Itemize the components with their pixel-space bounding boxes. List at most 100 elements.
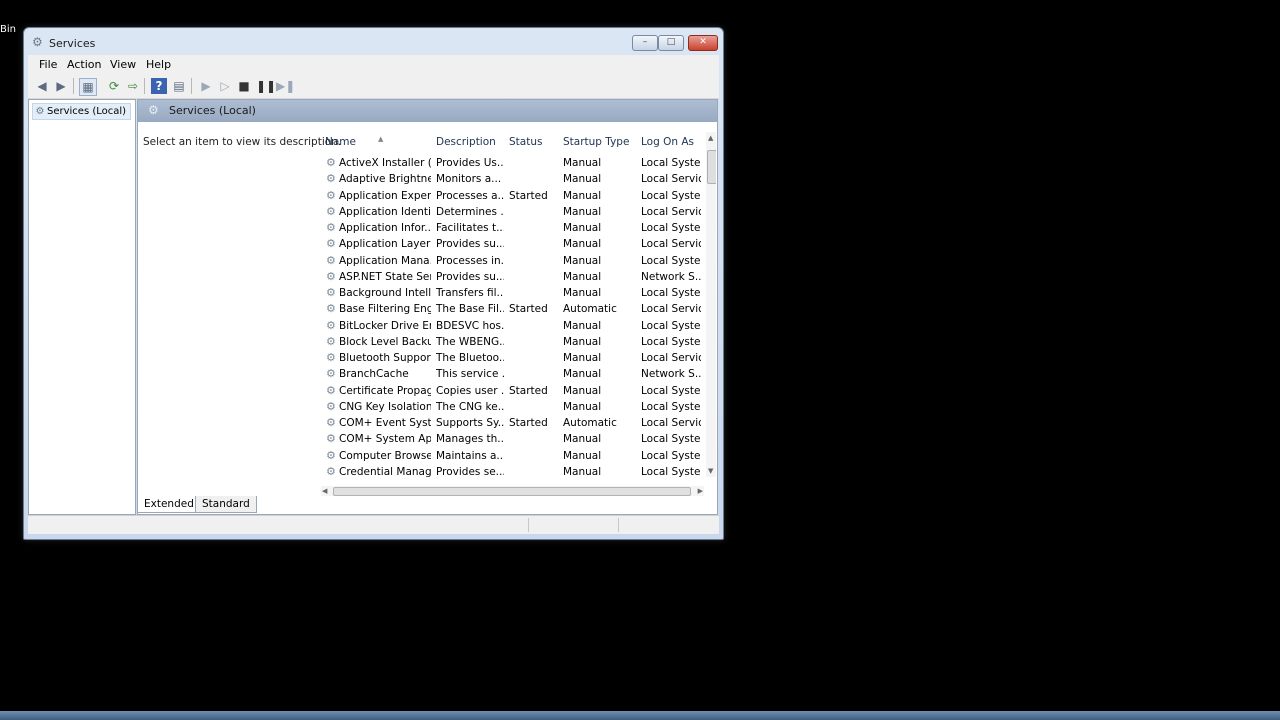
help-icon[interactable]: ? [151, 78, 167, 94]
table-row[interactable]: ⚙ Computer Browser Maintains a... Manual Loc… [321, 448, 706, 464]
table-row[interactable]: ⚙ASP.NET State Ser... Provides su... Manua… [321, 269, 706, 285]
table-cell: Local Service [641, 352, 701, 364]
table-cell: Bluetooth Support... [339, 352, 431, 364]
restart-service-icon[interactable]: ▶❚ [276, 78, 295, 94]
table-row[interactable]: ⚙Block Level Backu... The WBENG... Manual L… [321, 334, 706, 350]
tree-item-services-local[interactable]: ⚙ Services (Local) [32, 103, 131, 120]
table-row[interactable]: ⚙BitLocker Drive En... BDESVC hos... Manua… [321, 318, 706, 334]
table-row[interactable]: ⚙Adaptive Brightness Monitors a... Manual L… [321, 171, 706, 187]
table-cell: Manual [563, 254, 602, 267]
table-row[interactable]: ⚙Application Layer ... Provides su... Manu… [321, 236, 706, 252]
table-row[interactable]: ⚙COM+ Event Syst... Supports Sy... Started… [321, 415, 706, 431]
scroll-left-icon[interactable]: ◀ [322, 487, 327, 495]
column-header-log-on-as[interactable]: Log On As [641, 136, 694, 148]
scroll-right-icon[interactable]: ▶ [698, 487, 703, 495]
table-cell: Manual [563, 449, 602, 462]
table-cell: Local Syste... [641, 287, 701, 299]
desktop-corner-label: Bin [0, 24, 16, 35]
table-cell: Manual [563, 368, 602, 381]
table-cell: The WBENG... [436, 335, 504, 348]
table-row[interactable]: ⚙Background Intelli... Transfers fil... Ma… [321, 285, 706, 301]
refresh-icon[interactable]: ⟳ [106, 78, 122, 94]
table-row[interactable]: ⚙COM+ System Ap... Manages th... Manual Loc… [321, 431, 706, 447]
pane-header: ⚙ Services (Local) [138, 100, 717, 122]
table-row[interactable]: ⚙BranchCache This service ... Manual Networ… [321, 366, 706, 382]
back-icon[interactable]: ◀ [34, 78, 50, 94]
table-cell: Automatic [563, 417, 617, 429]
export-list-icon[interactable]: ⇨ [125, 78, 141, 94]
table-row[interactable]: ⚙ CNG Key Isolation The CNG ke... Manual Loc… [321, 399, 706, 415]
taskbar[interactable] [0, 711, 1280, 720]
pause-service-icon[interactable]: ❚❚ [256, 78, 276, 94]
show-hide-console-tree-icon[interactable]: ▦ [79, 78, 97, 96]
horizontal-scroll-thumb[interactable] [333, 487, 691, 496]
table-row[interactable]: ⚙ActiveX Installer (... Provides Us... Man… [321, 155, 706, 171]
service-gear-icon: ⚙ [326, 221, 336, 234]
vertical-scroll-thumb[interactable] [707, 150, 716, 184]
menu-help[interactable]: Help [146, 58, 171, 71]
table-cell: Block Level Backu... [339, 335, 431, 348]
menu-view[interactable]: View [110, 58, 136, 71]
horizontal-scrollbar[interactable]: ◀ ▶ [321, 486, 704, 496]
toolbar-separator [191, 78, 192, 94]
column-header-startup-type[interactable]: Startup Type [563, 136, 629, 148]
table-row[interactable]: ⚙ Application Infor... Facilitates t... Man… [321, 220, 706, 236]
table-cell: Manual [563, 319, 602, 332]
column-header-name[interactable]: Name ▲ [325, 135, 383, 148]
tab-standard[interactable]: Standard [195, 496, 257, 513]
menu-file[interactable]: File [39, 58, 57, 71]
service-gear-icon: ⚙ [326, 172, 336, 186]
menu-bar: File Action View Help [28, 55, 719, 74]
table-row[interactable]: ⚙Application Experi... Processes a... Star… [321, 188, 706, 204]
table-cell: Computer Browser [339, 449, 431, 462]
service-gear-icon: ⚙ [326, 286, 336, 299]
column-header-status[interactable]: Status [509, 136, 542, 148]
service-gear-icon: ⚙ [326, 383, 336, 397]
start-service-alt-icon[interactable]: ▷ [217, 78, 233, 94]
table-cell: Monitors a... [436, 173, 502, 186]
maximize-button[interactable]: □ [658, 35, 684, 51]
table-cell: Credential Manager [339, 465, 431, 478]
table-cell: Adaptive Brightness [339, 173, 431, 186]
minimize-button[interactable]: – [632, 35, 658, 51]
table-cell: ASP.NET State Ser... [339, 270, 431, 283]
table-cell: Provides Us... [436, 157, 504, 169]
table-row[interactable]: ⚙Base Filtering Engi... The Base Fil... St… [321, 301, 706, 317]
menu-action[interactable]: Action [67, 58, 101, 71]
table-cell: Application Infor... [339, 222, 431, 234]
scroll-up-icon[interactable]: ▲ [708, 134, 713, 142]
table-cell: Facilitates t... [436, 222, 504, 234]
service-gear-icon: ⚙ [326, 367, 336, 381]
table-cell: Manual [563, 157, 602, 169]
table-cell: Manual [563, 400, 602, 413]
tab-extended[interactable]: Extended [137, 496, 201, 513]
sort-ascending-icon: ▲ [378, 135, 384, 143]
table-row[interactable]: ⚙Bluetooth Support... The Bluetoo... Manua… [321, 350, 706, 366]
table-cell: Local Service [641, 417, 701, 429]
scroll-down-icon[interactable]: ▼ [708, 467, 713, 475]
table-cell: Application Layer ... [339, 238, 431, 251]
table-row[interactable]: ⚙ Application Mana... Processes in... Manua… [321, 253, 706, 269]
table-cell: Application Identity [339, 205, 431, 218]
table-cell: Local Syste... [641, 335, 701, 348]
vertical-scrollbar[interactable]: ▲ ▼ [706, 132, 716, 477]
title-bar[interactable]: ⚙ Services – □ ✕ [24, 28, 723, 55]
tree-item-label: Services (Local) [47, 106, 127, 117]
service-gear-icon: ⚙ [326, 156, 336, 169]
table-cell: Local Syste... [641, 222, 701, 234]
properties-icon[interactable]: ▤ [171, 78, 187, 94]
service-gear-icon: ⚙ [326, 448, 336, 462]
forward-icon[interactable]: ▶ [53, 78, 69, 94]
service-gear-icon: ⚙ [326, 334, 336, 348]
close-button[interactable]: ✕ [688, 35, 718, 51]
stop-service-icon[interactable]: ■ [236, 78, 252, 94]
column-header-description[interactable]: Description [436, 136, 496, 148]
table-cell: The Bluetoo... [436, 352, 504, 364]
start-service-icon[interactable]: ▶ [198, 78, 214, 94]
table-cell: Started [509, 384, 548, 397]
table-cell: Local Syste... [641, 465, 701, 478]
table-row[interactable]: ⚙Application Identity Determines ... Manua… [321, 204, 706, 220]
table-row[interactable]: ⚙Certificate Propag... Copies user ... Sta… [321, 383, 706, 399]
table-row[interactable]: ⚙Credential Manager Provides se... Manual L… [321, 464, 706, 480]
table-cell: Manual [563, 173, 602, 186]
